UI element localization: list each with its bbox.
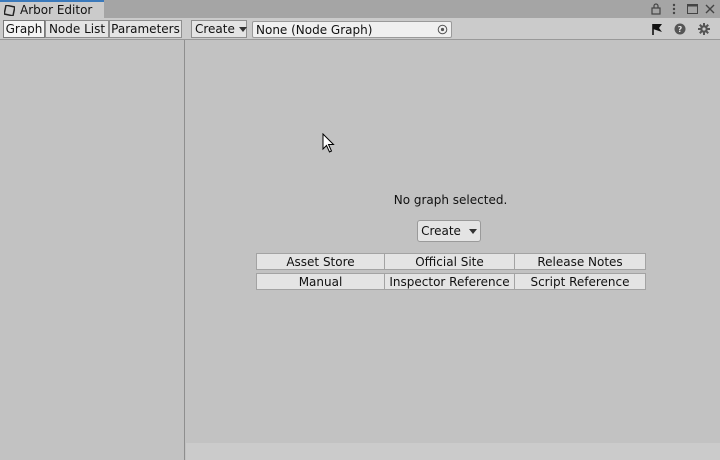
window-tab-arbor-editor[interactable]: Arbor Editor [0, 0, 104, 18]
empty-state-message: No graph selected. [393, 193, 508, 207]
kebab-menu-icon[interactable] [668, 2, 680, 15]
window-title: Arbor Editor [20, 3, 93, 17]
tab-node-list[interactable]: Node List [45, 20, 109, 38]
manual-button[interactable]: Manual [256, 273, 385, 290]
window-controls [650, 2, 716, 15]
maximize-icon[interactable] [686, 2, 698, 15]
tab-parameters[interactable]: Parameters [109, 20, 182, 38]
create-graph-button[interactable]: Create [417, 220, 481, 242]
create-dropdown-label: Create [195, 22, 235, 36]
svg-text:?: ? [678, 25, 683, 34]
official-site-button[interactable]: Official Site [384, 253, 515, 270]
window-tab-strip: Arbor Editor [0, 0, 720, 18]
mouse-cursor-icon [322, 133, 335, 153]
chevron-down-icon [238, 26, 247, 32]
canvas-status-bar [186, 443, 720, 460]
graph-canvas[interactable]: No graph selected. Create Asset Store Of… [186, 40, 720, 460]
chevron-down-icon [468, 228, 477, 234]
flag-icon[interactable] [650, 22, 664, 36]
object-field-value: None (Node Graph) [256, 22, 373, 37]
close-icon[interactable] [704, 2, 716, 15]
create-graph-label: Create [421, 224, 461, 238]
gear-icon[interactable] [697, 22, 711, 36]
arbor-logo-icon [4, 4, 15, 16]
script-reference-button[interactable]: Script Reference [514, 273, 646, 290]
graph-list-panel [0, 40, 185, 460]
lock-icon[interactable] [650, 2, 662, 15]
inspector-reference-button[interactable]: Inspector Reference [384, 273, 515, 290]
asset-store-button[interactable]: Asset Store [256, 253, 385, 270]
help-icon[interactable]: ? [673, 22, 687, 36]
create-dropdown-button[interactable]: Create [191, 20, 247, 38]
node-graph-object-field[interactable]: None (Node Graph) [252, 21, 452, 38]
object-picker-icon[interactable] [437, 24, 448, 35]
release-notes-button[interactable]: Release Notes [514, 253, 646, 270]
tab-graph[interactable]: Graph [3, 20, 45, 38]
